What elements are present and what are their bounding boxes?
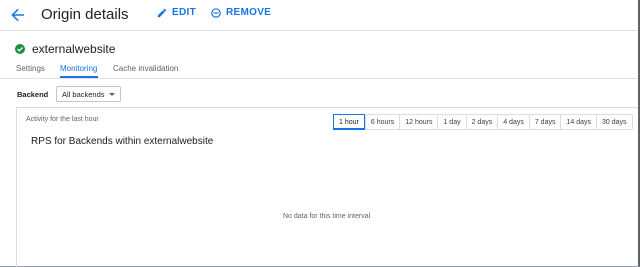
tab-cache-invalidation[interactable]: Cache invalidation xyxy=(113,64,178,73)
edit-button-label: EDIT xyxy=(172,7,196,18)
origin-details-page: Origin details EDIT REMOVE externalwebsi… xyxy=(0,0,640,267)
time-range-selector: 1 hour 6 hours 12 hours 1 day 2 days 4 d… xyxy=(333,114,633,130)
backend-select-value: All backends xyxy=(62,89,105,99)
range-6-hours[interactable]: 6 hours xyxy=(364,115,399,129)
backend-label: Backend xyxy=(17,90,49,99)
origin-name: externalwebsite xyxy=(32,42,116,56)
range-30-days[interactable]: 30 days xyxy=(596,115,632,129)
back-arrow-icon[interactable] xyxy=(8,5,28,25)
activity-label: Activity for the last hour xyxy=(26,116,99,123)
tab-monitoring[interactable]: Monitoring xyxy=(60,64,97,73)
range-7-days[interactable]: 7 days xyxy=(528,115,561,129)
chart-title: RPS for Backends within externalwebsite xyxy=(31,136,214,147)
tab-bar: Settings Monitoring Cache invalidation xyxy=(0,59,638,79)
remove-circle-icon xyxy=(211,7,221,18)
range-14-days[interactable]: 14 days xyxy=(560,115,596,129)
pencil-icon xyxy=(157,8,167,17)
remove-button[interactable]: REMOVE xyxy=(211,7,271,18)
monitoring-panel: Activity for the last hour 1 hour 6 hour… xyxy=(16,107,638,267)
remove-button-label: REMOVE xyxy=(226,7,272,18)
empty-state-message: No data for this time interval xyxy=(283,213,371,220)
range-2-days[interactable]: 2 days xyxy=(465,115,498,129)
origin-name-row: externalwebsite xyxy=(15,42,115,56)
edit-button[interactable]: EDIT xyxy=(157,7,196,18)
backend-select[interactable]: All backends xyxy=(56,86,121,102)
tab-settings[interactable]: Settings xyxy=(16,64,45,73)
range-4-days[interactable]: 4 days xyxy=(497,115,529,129)
active-tab-indicator xyxy=(60,76,98,78)
range-12-hours[interactable]: 12 hours xyxy=(399,115,437,129)
range-1-day[interactable]: 1 day xyxy=(437,115,465,129)
page-header: Origin details EDIT REMOVE xyxy=(0,0,638,31)
check-circle-icon xyxy=(15,44,25,54)
dropdown-caret-icon xyxy=(109,93,115,96)
range-1-hour[interactable]: 1 hour xyxy=(333,114,365,130)
page-title: Origin details xyxy=(41,6,129,23)
